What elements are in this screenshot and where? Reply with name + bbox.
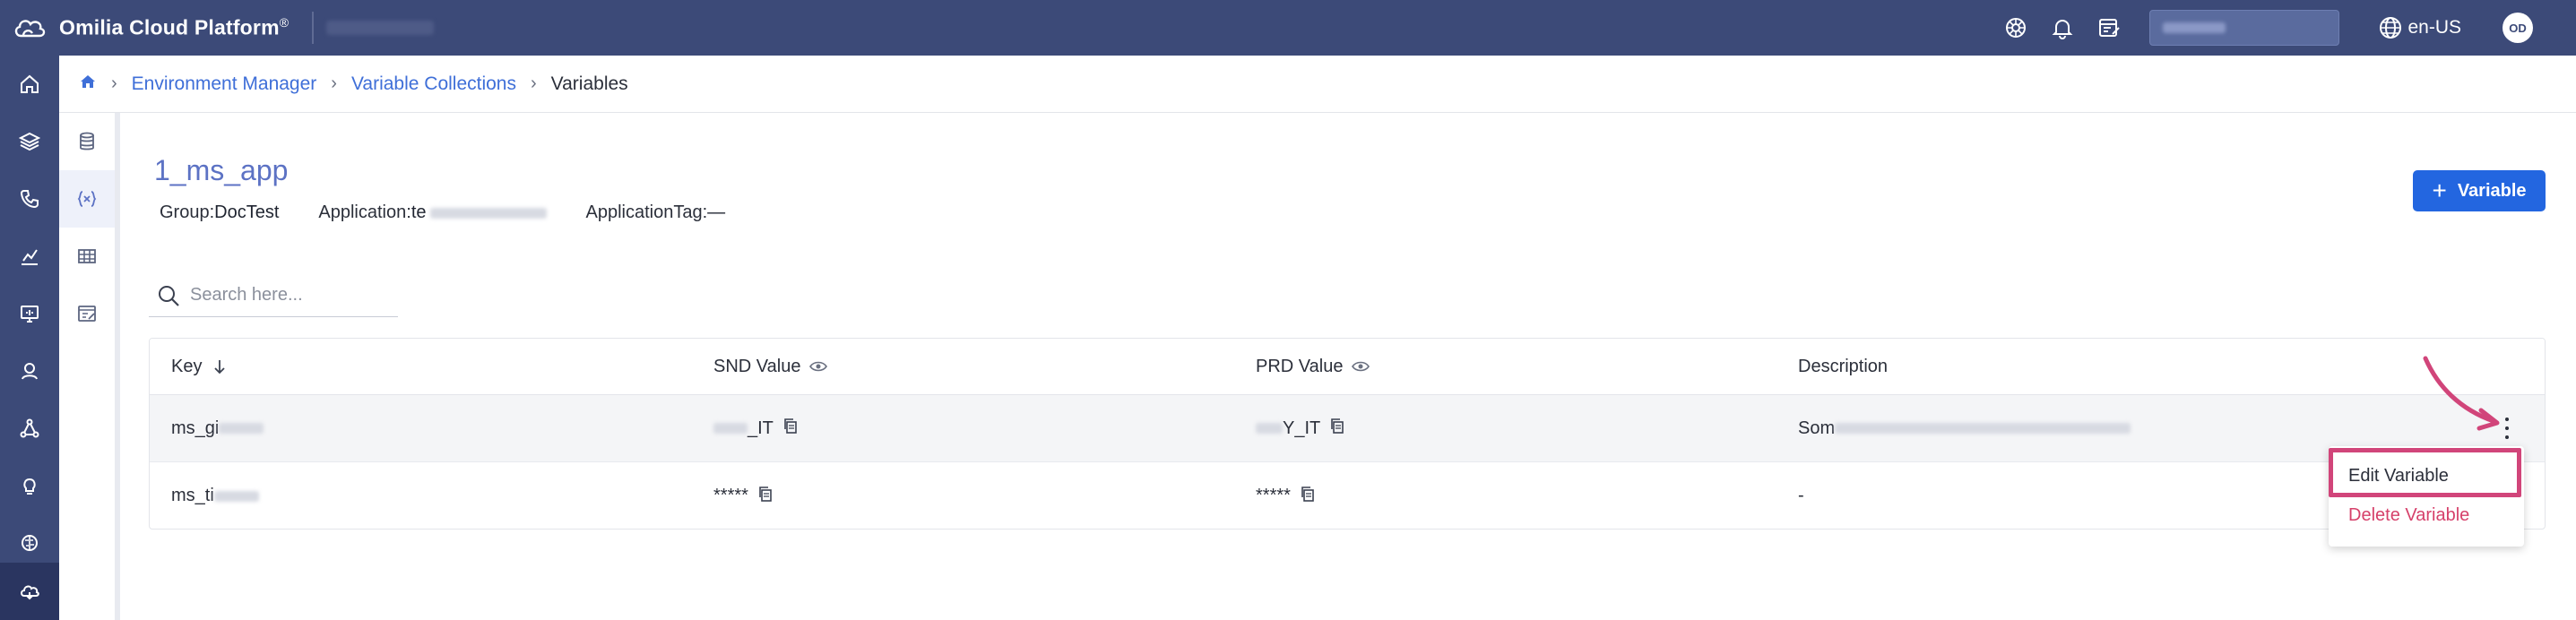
language-selector[interactable]: en-US xyxy=(2379,16,2461,39)
add-variable-button[interactable]: + Variable xyxy=(2413,170,2546,211)
search-input[interactable] xyxy=(190,285,387,306)
row-key: ms_gi xyxy=(150,418,692,439)
eye-icon[interactable] xyxy=(1352,357,1370,375)
redacted-text xyxy=(1256,423,1283,434)
copy-icon[interactable] xyxy=(1320,418,1345,439)
row-key: ms_ti xyxy=(150,486,692,506)
eye-icon[interactable] xyxy=(809,357,828,375)
environment-select[interactable] xyxy=(2149,10,2340,46)
home-icon[interactable] xyxy=(79,73,97,95)
analytics-icon[interactable] xyxy=(0,228,59,285)
redacted-text xyxy=(326,21,435,35)
form-icon[interactable] xyxy=(59,285,115,342)
chevron-right-icon: › xyxy=(331,73,337,93)
chevron-right-icon: › xyxy=(531,73,537,93)
phone-icon[interactable] xyxy=(0,170,59,228)
main-nav-rail xyxy=(0,56,59,620)
language-label: en-US xyxy=(2407,17,2461,38)
row-snd-text: ***** xyxy=(713,486,748,505)
plus-icon: + xyxy=(2432,177,2447,204)
group-label: Group: xyxy=(160,202,215,222)
column-description-label: Description xyxy=(1798,356,1889,376)
delete-variable-menu-item[interactable]: Delete Variable xyxy=(2348,505,2469,526)
agent-icon[interactable] xyxy=(0,342,59,400)
notes-icon[interactable] xyxy=(2096,14,2122,41)
table-icon[interactable] xyxy=(59,228,115,285)
variables-table: Key SND Value PRD Value Description ms_g… xyxy=(149,338,2546,530)
redacted-text xyxy=(1835,423,2131,434)
row-description-text: Som xyxy=(1798,418,1836,438)
chevron-right-icon: › xyxy=(111,73,117,93)
globe-icon xyxy=(2380,17,2402,39)
redacted-text xyxy=(429,207,547,219)
row-snd-value: _IT xyxy=(692,418,1234,439)
row-prd-text: Y_IT xyxy=(1283,418,1321,438)
redacted-text xyxy=(2163,22,2226,33)
brand-divider xyxy=(312,12,315,44)
copy-icon[interactable] xyxy=(774,418,799,439)
column-key[interactable]: Key xyxy=(150,357,692,377)
brand[interactable]: Omilia Cloud Platform® xyxy=(0,0,435,56)
breadcrumb-environment-manager[interactable]: Environment Manager xyxy=(132,73,317,95)
row-snd-text: _IT xyxy=(748,418,774,438)
sun-icon[interactable] xyxy=(2002,14,2029,41)
row-description-text: - xyxy=(1798,486,1804,505)
redacted-text xyxy=(219,423,264,434)
group-value: DocTest xyxy=(214,202,280,222)
application-tag-value: — xyxy=(707,202,726,222)
collection-meta: Group: DocTest Application: te Applicati… xyxy=(160,202,765,223)
table-header: Key SND Value PRD Value Description xyxy=(150,339,2545,395)
table-row[interactable]: ms_ti ***** ***** - xyxy=(150,462,2545,529)
row-prd-value: ***** xyxy=(1234,486,1776,507)
lightbulb-icon[interactable] xyxy=(0,457,59,514)
network-icon[interactable] xyxy=(0,400,59,457)
breadcrumb-current: Variables xyxy=(550,73,628,94)
row-snd-value: ***** xyxy=(692,486,1234,507)
add-variable-label: Variable xyxy=(2457,180,2527,201)
top-bar: Omilia Cloud Platform® en-US OD xyxy=(0,0,2576,56)
redacted-text xyxy=(713,423,748,434)
application-value: te xyxy=(411,202,427,222)
annotation-arrow xyxy=(2423,356,2500,431)
row-key-text: ms_ti xyxy=(171,486,214,505)
column-prd-value: PRD Value xyxy=(1234,357,1776,377)
avatar[interactable]: OD xyxy=(2503,13,2533,43)
arrow-down-icon[interactable] xyxy=(211,357,229,375)
layers-icon[interactable] xyxy=(0,113,59,170)
variables-icon[interactable] xyxy=(59,170,115,228)
cloud-logo-icon xyxy=(14,20,46,38)
column-snd-label: SND Value xyxy=(713,356,801,376)
row-prd-text: ***** xyxy=(1256,486,1291,505)
column-key-label: Key xyxy=(171,356,203,376)
monitor-icon[interactable] xyxy=(0,285,59,342)
application-meta: Application: te xyxy=(318,202,547,223)
application-tag-meta: ApplicationTag: — xyxy=(586,202,726,223)
search-icon xyxy=(159,285,179,306)
section-subnav xyxy=(59,56,120,620)
breadcrumb: › Environment Manager › Variable Collect… xyxy=(59,56,2576,113)
home-icon[interactable] xyxy=(0,56,59,113)
database-icon[interactable] xyxy=(59,113,115,170)
bell-icon[interactable] xyxy=(2049,14,2076,41)
annotation-highlight-box xyxy=(2329,448,2521,497)
column-prd-label: PRD Value xyxy=(1256,356,1344,376)
group-meta: Group: DocTest xyxy=(160,202,279,223)
application-label: Application: xyxy=(318,202,411,222)
copy-icon[interactable] xyxy=(748,486,774,507)
breadcrumb-variable-collections[interactable]: Variable Collections xyxy=(351,73,516,95)
brand-name: Omilia Cloud Platform® xyxy=(59,15,290,39)
search-box xyxy=(149,274,398,317)
row-prd-value: Y_IT xyxy=(1234,418,1776,439)
copy-icon[interactable] xyxy=(1291,486,1316,507)
row-key-text: ms_gi xyxy=(171,418,220,438)
redacted-text xyxy=(213,490,259,502)
application-tag-label: ApplicationTag: xyxy=(585,202,708,222)
column-snd-value: SND Value xyxy=(692,357,1234,377)
page-title: 1_ms_app xyxy=(154,154,289,186)
table-row[interactable]: ms_gi _IT Y_IT Som xyxy=(150,395,2545,462)
cloud-icon[interactable] xyxy=(0,563,59,620)
